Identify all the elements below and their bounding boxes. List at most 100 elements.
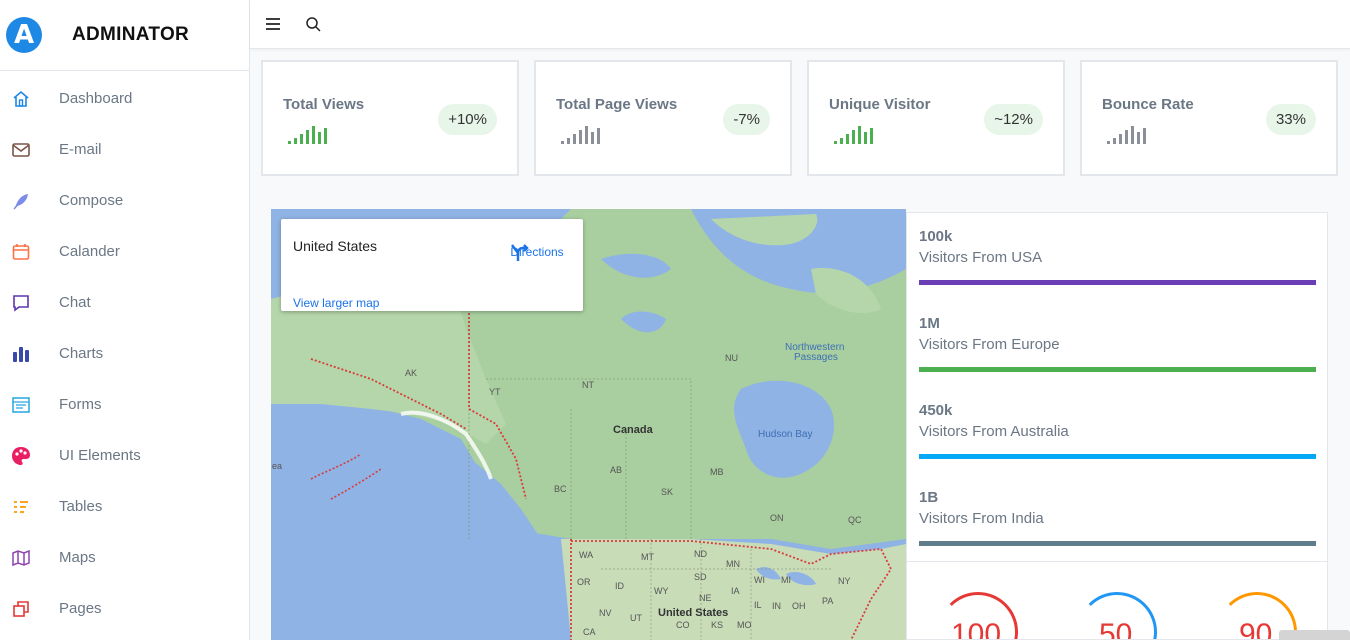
sidebar-item-label: Maps: [59, 549, 96, 566]
map-label-bc: BC: [554, 484, 567, 494]
sidebar-item-forms[interactable]: Forms: [0, 379, 249, 430]
sparkline-bar: [1143, 128, 1146, 144]
home-icon: [10, 88, 32, 110]
sparkline: [561, 126, 600, 144]
sidebar-item-maps[interactable]: Maps: [0, 532, 249, 583]
map-label-wy: WY: [654, 586, 669, 596]
app: A ADMINATOR Dashboard E-mail Compose Cal…: [0, 0, 1350, 640]
sidebar-item-ui-elements[interactable]: UI Elements: [0, 430, 249, 481]
stat-badge: +10%: [438, 104, 497, 135]
sparkline-bar: [1137, 132, 1140, 144]
sparkline-bar: [312, 126, 315, 144]
palette-icon: [10, 445, 32, 467]
map-label-sk: SK: [661, 487, 674, 497]
visitor-progress-bar: [919, 541, 1316, 546]
chat-icon: [10, 292, 32, 314]
map-label-ne: NE: [699, 593, 712, 603]
sidebar-item-compose[interactable]: Compose: [0, 175, 249, 226]
search-icon[interactable]: [303, 14, 323, 34]
sidebar-item-email[interactable]: E-mail: [0, 124, 249, 175]
sidebar-item-tables[interactable]: Tables: [0, 481, 249, 532]
map-label-or: OR: [577, 577, 591, 587]
sidebar-item-charts[interactable]: Charts: [0, 328, 249, 379]
map-label-nd: ND: [694, 549, 707, 559]
visitor-progress-bar: [919, 280, 1316, 285]
sparkline-bar: [573, 134, 576, 144]
visitor-stat-europe: 1M Visitors From Europe: [919, 315, 1316, 372]
map-label-il: IL: [754, 600, 762, 610]
sidebar-item-label: Tables: [59, 498, 103, 515]
sparkline-bar: [324, 128, 327, 144]
map-label-nt: NT: [582, 380, 594, 390]
hamburger-icon[interactable]: [263, 14, 283, 34]
map-label-ut: UT: [630, 613, 642, 623]
map-label-co: CO: [676, 620, 690, 630]
sparkline-bar: [1107, 141, 1110, 144]
visitors-panel: 100k Visitors From USA 1M Visitors From …: [906, 212, 1328, 562]
topbar: [250, 0, 1350, 49]
sidebar-item-chat[interactable]: Chat: [0, 277, 249, 328]
sidebar-item-dashboard[interactable]: Dashboard: [0, 73, 249, 124]
map-label-ny: NY: [838, 576, 851, 586]
sidebar-item-label: Dashboard: [59, 90, 133, 107]
sidebar-item-label: UI Elements: [59, 447, 141, 464]
visitor-stat-usa: 100k Visitors From USA: [919, 228, 1316, 285]
sidebar: A ADMINATOR Dashboard E-mail Compose Cal…: [0, 0, 250, 640]
map-label-ab: AB: [610, 465, 623, 475]
map-label-nv: NV: [599, 608, 612, 618]
copy-icon: [10, 598, 32, 620]
sidebar-item-calander[interactable]: Calander: [0, 226, 249, 277]
sidebar-item-pages[interactable]: Pages: [0, 583, 249, 634]
stat-title: Total Views: [283, 96, 365, 113]
map-label-sd: SD: [694, 572, 707, 582]
visitor-stat-australia: 450k Visitors From Australia: [919, 402, 1316, 459]
visitor-value: 100k: [919, 228, 953, 245]
visitor-progress-bar: [919, 367, 1316, 372]
gauge-value: 50: [1099, 618, 1133, 640]
map-label-ca: CA: [583, 627, 596, 637]
calendar-icon: [10, 241, 32, 263]
bar-chart-icon: [10, 343, 32, 365]
scroll-tab[interactable]: [1279, 630, 1350, 640]
map-label-passages: Passages: [794, 352, 838, 363]
sparkline-bar: [870, 128, 873, 144]
map-label-ia: IA: [731, 586, 740, 596]
map-label-mb: MB: [710, 467, 724, 477]
sidebar-item-label: Chat: [59, 294, 91, 311]
sidebar-item-label: Forms: [59, 396, 102, 413]
sparkline-bar: [306, 130, 309, 144]
map-label-ea: ea: [272, 461, 283, 471]
map-icon: [10, 547, 32, 569]
map-info-country: United States: [293, 238, 378, 254]
map-label-ak: AK: [405, 368, 418, 378]
brand[interactable]: A ADMINATOR: [0, 0, 249, 71]
map-label-mo: MO: [737, 620, 752, 630]
view-larger-map-link[interactable]: View larger map: [293, 296, 379, 310]
sparkline-bar: [1125, 130, 1128, 144]
visitor-label: Visitors From India: [919, 510, 1044, 527]
sparkline-bar: [567, 138, 570, 144]
map-label-id: ID: [615, 581, 624, 591]
visitor-value: 450k: [919, 402, 953, 419]
map-label-mn: MN: [726, 559, 740, 569]
list-icon: [10, 496, 32, 518]
visitor-label: Visitors From Australia: [919, 423, 1069, 440]
map-label-wa: WA: [579, 550, 594, 560]
visitor-value: 1M: [919, 315, 940, 332]
directions-button[interactable]: Directions: [509, 241, 565, 261]
visitor-label: Visitors From USA: [919, 249, 1043, 266]
map-label-wi: WI: [754, 575, 765, 585]
sparkline-bar: [858, 126, 861, 144]
map[interactable]: Canada United States Hudson Bay Northwes…: [271, 209, 906, 640]
stat-title: Unique Visitor: [829, 96, 931, 113]
sparkline-bar: [585, 126, 588, 144]
stat-badge: -7%: [723, 104, 770, 135]
sparkline: [288, 126, 327, 144]
sparkline-bar: [1113, 138, 1116, 144]
sparkline-bar: [1119, 134, 1122, 144]
sparkline-bar: [1131, 126, 1134, 144]
map-label-pa: PA: [822, 596, 834, 606]
sidebar-item-label: Compose: [59, 192, 124, 209]
map-info-box: United States Directions View larger map: [281, 219, 583, 311]
sparkline-bar: [840, 138, 843, 144]
